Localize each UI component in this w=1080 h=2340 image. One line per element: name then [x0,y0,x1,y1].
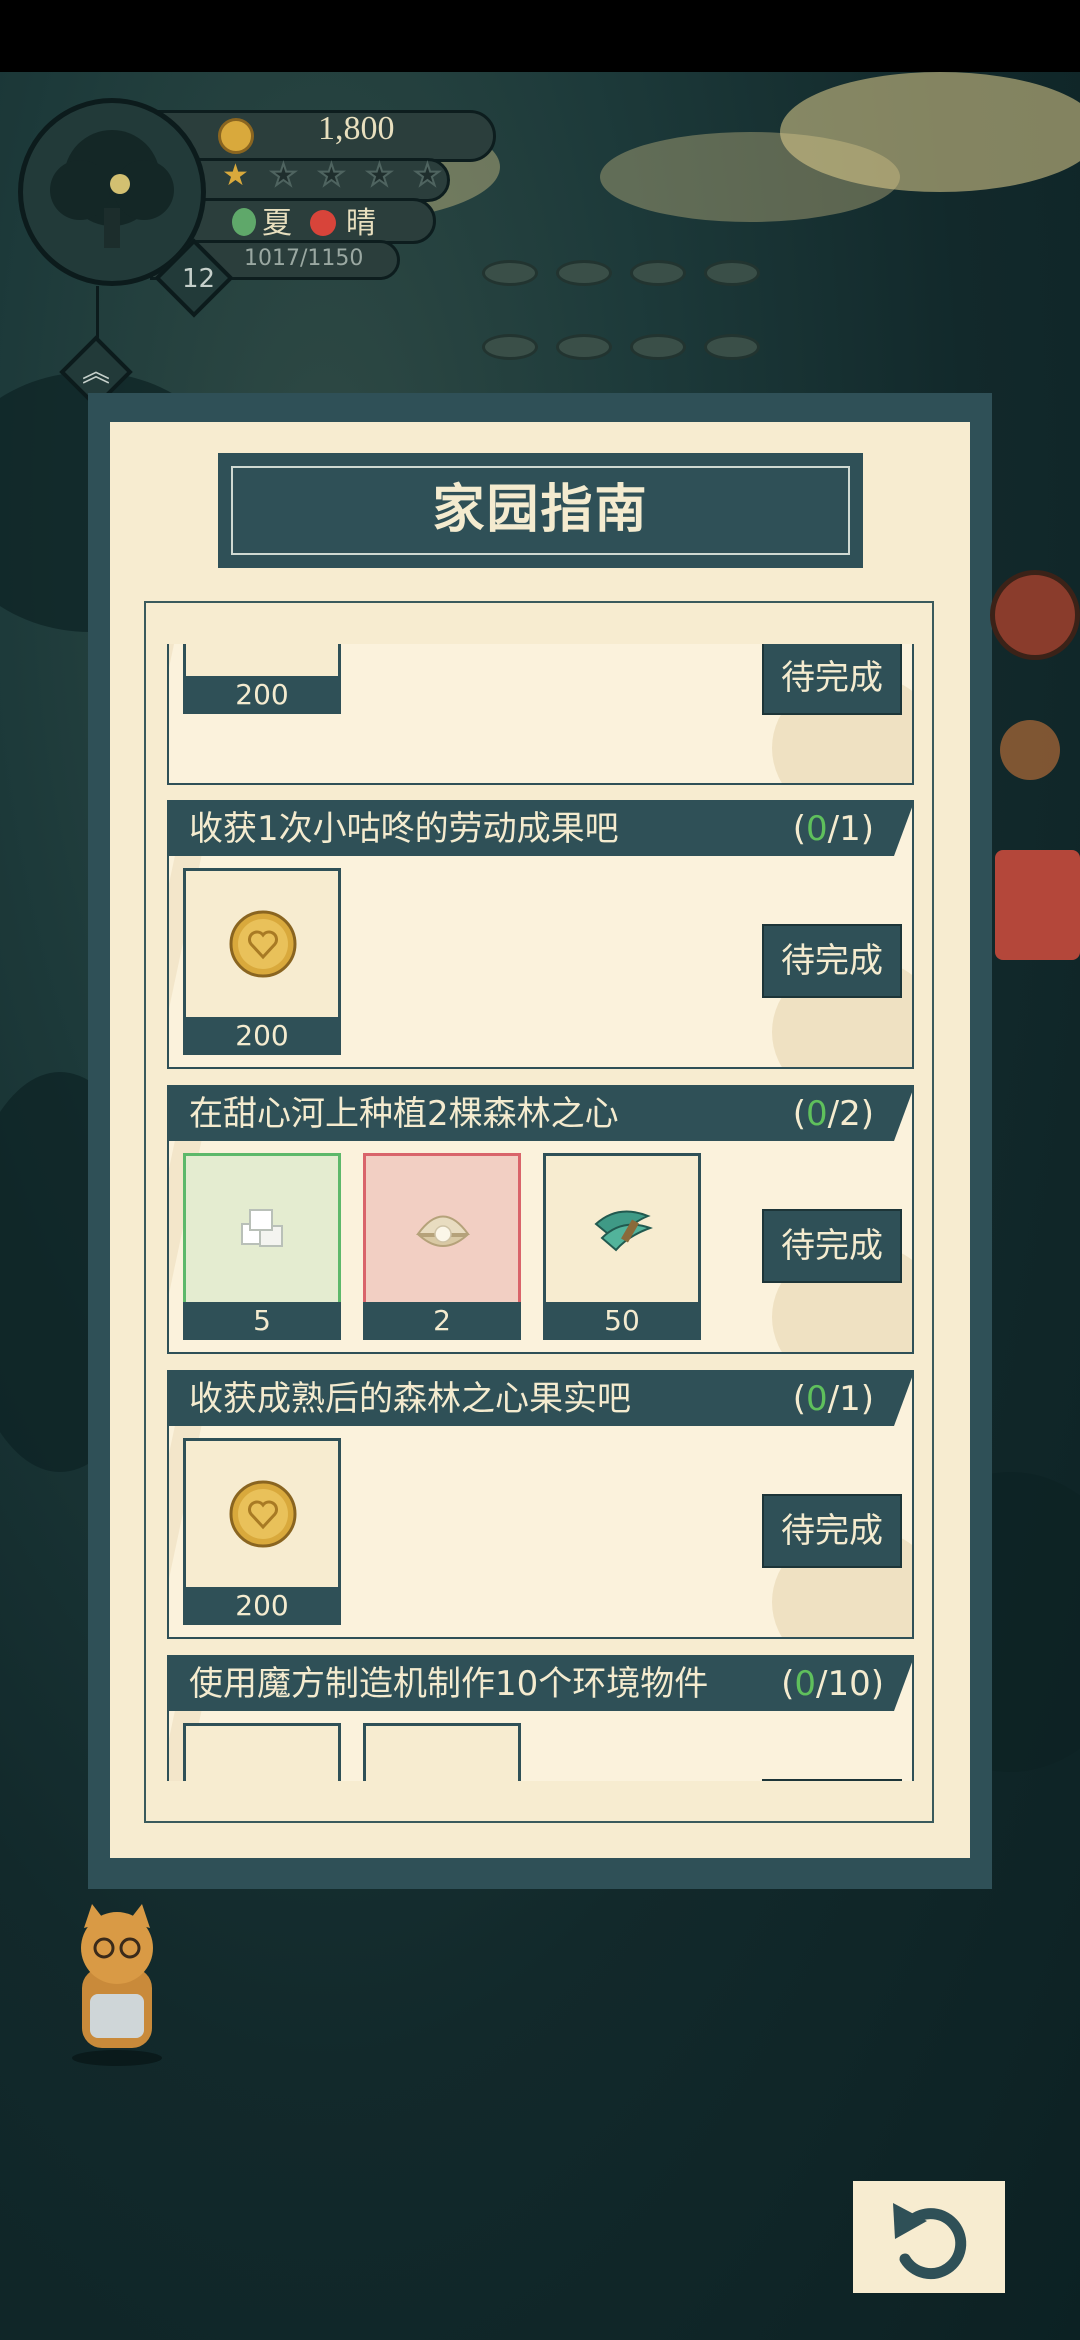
task-card: 在甜心河上种植2棵森林之心 (0/2) 5 2 50 待完成 [167,1085,914,1354]
plot-slot[interactable] [482,334,538,360]
task-header: 使用魔方制造机制作10个环境物件 (0/10) [169,1657,912,1715]
side-cart [995,850,1080,960]
task-progress: (0/10) [781,1664,884,1704]
task-card: 收获成熟后的森林之心果实吧 (0/1) 200 待完成 [167,1370,914,1639]
task-title: 收获成熟后的森林之心果实吧 [189,1379,631,1419]
pending-button[interactable] [762,1779,902,1781]
reward-slot[interactable]: 5 [183,1153,341,1340]
plant-item-icon [408,1764,478,1781]
task-progress: (0/2) [792,1094,874,1134]
season-label: 夏 [262,206,292,241]
star-icon: ★ [317,157,346,194]
coin-icon [218,118,254,154]
modal-title: 家园指南 [432,480,649,540]
sun-icon [310,210,336,236]
task-list[interactable]: 200 待完成 收获1次小咕咚的劳动成果吧 (0/1) 200 待完成 在甜心河… [150,644,930,1781]
weather-label: 晴 [346,206,376,241]
task-card: 200 待完成 [167,644,914,785]
reward-count: 200 [183,1587,341,1625]
task-header: 在甜心河上种植2棵森林之心 (0/2) [169,1087,912,1145]
task-card: 收获1次小咕咚的劳动成果吧 (0/1) 200 待完成 [167,800,914,1069]
reward-slot[interactable] [183,1723,341,1781]
reward-count: 200 [183,676,341,714]
leaf-bundle-icon [594,1210,653,1252]
plot-slot[interactable] [704,260,760,286]
tree-icon [50,130,174,248]
cat-mascot [72,1904,162,2066]
plot-slot[interactable] [630,334,686,360]
pending-button[interactable]: 待完成 [762,924,902,998]
season-icon [232,208,256,236]
pending-button[interactable]: 待完成 [762,1209,902,1283]
side-lantern [990,570,1080,660]
level-number: 12 [182,264,216,294]
reward-slot[interactable] [363,1723,521,1781]
side-fire [1000,720,1060,780]
wood-item-icon [228,1764,298,1781]
task-header: 收获成熟后的森林之心果实吧 (0/1) [169,1372,912,1430]
heart-coin-icon [229,910,297,978]
coin-count: 1,800 [318,110,395,147]
task-progress: (0/1) [792,1379,874,1419]
plot-slot[interactable] [704,334,760,360]
reward-slot[interactable]: 200 [183,644,341,714]
reward-slot[interactable]: 2 [363,1153,521,1340]
reward-slot[interactable]: 50 [543,1153,701,1340]
task-header: 收获1次小咕咚的劳动成果吧 (0/1) [169,802,912,860]
task-progress: (0/1) [792,809,874,849]
plot-slot[interactable] [556,260,612,286]
plot-slot[interactable] [556,334,612,360]
reward-count: 50 [543,1302,701,1340]
undo-arrow-icon [893,2203,967,2280]
task-title: 在甜心河上种植2棵森林之心 [189,1094,619,1134]
chevron-up-icon: ︽ [82,355,111,388]
reward-count: 2 [363,1302,521,1340]
status-bar [0,0,1080,72]
plot-slot[interactable] [630,260,686,286]
reward-count: 200 [183,1017,341,1055]
xp-text: 1017/1150 [244,246,364,271]
plot-slot[interactable] [482,260,538,286]
star-icon: ★ [269,157,298,194]
pearl-shell-icon [416,1215,470,1247]
star-icon: ★ [365,157,394,194]
sugar-cube-icon [241,1209,283,1247]
task-title: 使用魔方制造机制作10个环境物件 [189,1664,709,1704]
pending-button[interactable]: 待完成 [762,644,902,715]
task-title: 收获1次小咕咚的劳动成果吧 [189,809,619,849]
reward-count: 5 [183,1302,341,1340]
reward-slot[interactable]: 200 [183,868,341,1055]
reward-slot[interactable]: 200 [183,1438,341,1625]
pending-button[interactable]: 待完成 [762,1494,902,1568]
heart-coin-icon [229,1480,297,1548]
star-icon: ★ [222,158,249,193]
star-icon: ★ [413,157,442,194]
task-card: 使用魔方制造机制作10个环境物件 (0/10) [167,1655,914,1781]
back-button[interactable] [853,2181,1005,2293]
